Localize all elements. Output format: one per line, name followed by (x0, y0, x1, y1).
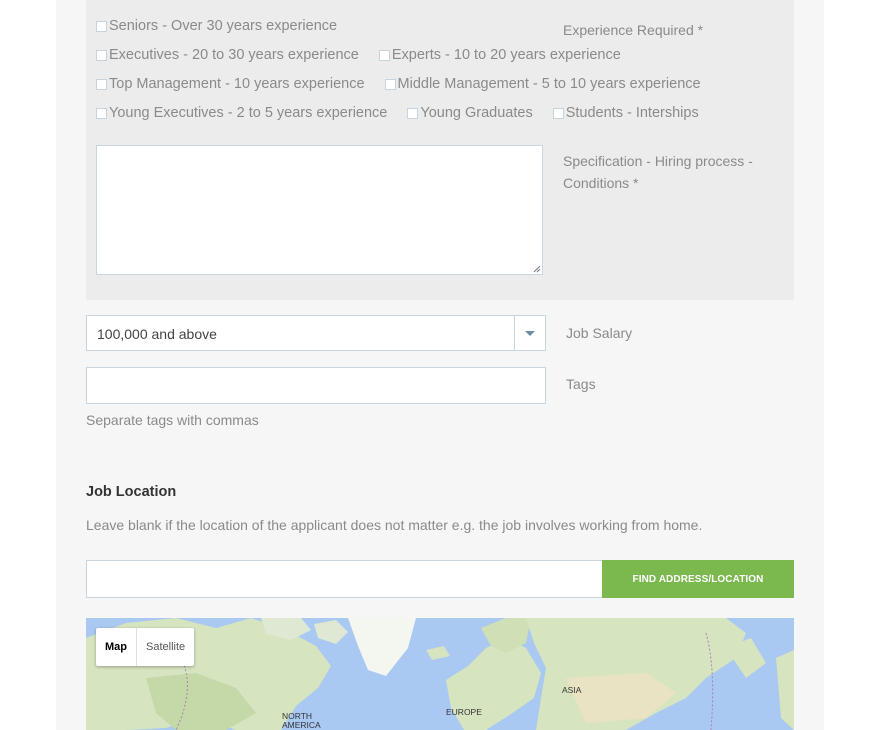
map-label-asia: ASIA (562, 685, 582, 695)
experience-row-3: Top Management - 10 years experience Mid… (96, 76, 721, 92)
checkbox[interactable] (96, 20, 107, 32)
map-label-line2: AMERICA (282, 720, 321, 730)
experience-option[interactable]: Seniors - Over 30 years experience (96, 18, 337, 34)
salary-dropdown-toggle[interactable] (514, 316, 545, 350)
specification-label-line2: Conditions * (563, 175, 639, 191)
specification-label-line1: Specification - Hiring process - (563, 153, 753, 169)
find-address-button[interactable]: FIND ADDRESS/LOCATION (602, 560, 794, 598)
map-label-north-america: NORTH AMERICA (282, 712, 321, 730)
specification-label: Specification - Hiring process - Conditi… (563, 150, 753, 194)
experience-row-4: Young Executives - 2 to 5 years experien… (96, 105, 719, 121)
checkbox[interactable] (407, 107, 419, 119)
location-input[interactable] (86, 560, 603, 598)
map-type-map[interactable]: Map (96, 628, 136, 666)
experience-row-1: Seniors - Over 30 years experience (96, 18, 357, 34)
salary-select[interactable]: 100,000 and above (86, 315, 546, 351)
checkbox[interactable] (96, 49, 107, 61)
resize-grip-icon[interactable] (533, 265, 541, 273)
checkbox[interactable] (552, 107, 564, 119)
map-label-europe: EUROPE (446, 707, 482, 717)
checkbox-label: Top Management - 10 years experience (109, 76, 365, 92)
checkbox-label: Young Graduates (420, 105, 533, 121)
checkbox[interactable] (384, 78, 396, 90)
checkbox[interactable] (96, 78, 107, 90)
experience-option[interactable]: Experts - 10 to 20 years experience (378, 47, 621, 63)
experience-option[interactable]: Top Management - 10 years experience (96, 76, 365, 92)
tags-input[interactable] (86, 367, 546, 404)
checkbox-label: Young Executives - 2 to 5 years experien… (109, 105, 388, 121)
experience-option[interactable]: Executives - 20 to 30 years experience (96, 47, 359, 63)
salary-label: Job Salary (566, 325, 633, 341)
checkbox-label: Experts - 10 to 20 years experience (391, 47, 621, 63)
checkbox[interactable] (96, 107, 107, 119)
location-map[interactable]: Map Satellite NORTH AMERICA EUROPE ASIA (86, 618, 794, 730)
job-location-description: Leave blank if the location of the appli… (86, 517, 703, 533)
checkbox-label: Middle Management - 5 to 10 years experi… (397, 76, 701, 92)
specification-textarea[interactable] (96, 145, 543, 275)
experience-option[interactable]: Middle Management - 5 to 10 years experi… (384, 76, 701, 92)
experience-row-2: Executives - 20 to 30 years experience E… (96, 47, 641, 63)
experience-option[interactable]: Students - Interships (552, 105, 699, 121)
job-location-title: Job Location (86, 484, 177, 500)
tags-hint: Separate tags with commas (86, 412, 259, 428)
experience-required-label: Experience Required * (563, 22, 704, 38)
checkbox[interactable] (378, 49, 390, 61)
experience-option[interactable]: Young Graduates (407, 105, 533, 121)
checkbox-label: Executives - 20 to 30 years experience (109, 47, 359, 63)
chevron-down-icon (525, 330, 535, 336)
experience-option[interactable]: Young Executives - 2 to 5 years experien… (96, 105, 387, 121)
checkbox-label: Students - Interships (565, 105, 699, 121)
map-type-control: Map Satellite (96, 628, 195, 666)
tags-label: Tags (566, 376, 596, 392)
map-type-satellite[interactable]: Satellite (137, 628, 194, 666)
checkbox-label: Seniors - Over 30 years experience (109, 18, 338, 34)
salary-selected-value: 100,000 and above (97, 326, 217, 342)
